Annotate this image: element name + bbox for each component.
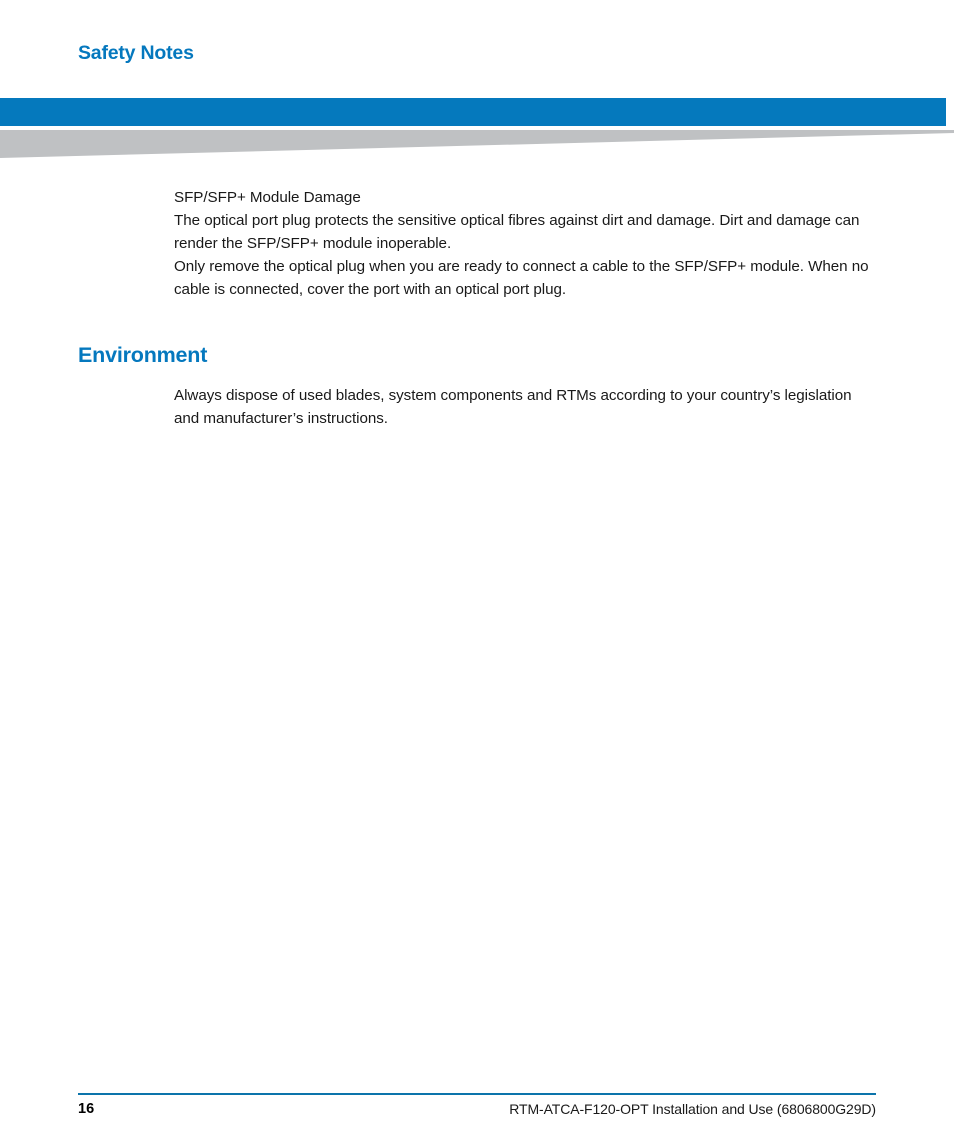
environment-paragraph-block: Always dispose of used blades, system co… [174, 384, 874, 430]
header-pattern-row [0, 69, 954, 86]
section-heading-environment: Environment [78, 343, 208, 367]
note-line-title: SFP/SFP+ Module Damage [174, 189, 361, 206]
environment-paragraph: Always dispose of used blades, system co… [174, 387, 852, 428]
sfp-module-damage-note: SFP/SFP+ Module Damage The optical port … [174, 186, 874, 301]
page-header: Safety Notes [0, 0, 954, 92]
header-pattern-row [0, 25, 954, 42]
note-line-body-1: The optical port plug protects the sensi… [174, 212, 860, 253]
footer-document-title: RTM-ATCA-F120-OPT Installation and Use (… [509, 1101, 876, 1117]
running-header-title: Safety Notes [78, 41, 200, 65]
gray-wedge-shape [0, 130, 954, 158]
footer-rule [78, 1093, 876, 1095]
header-gray-wedge [0, 130, 954, 160]
header-blue-bar [0, 98, 946, 126]
header-pattern-row [0, 3, 954, 20]
note-line-body-2: Only remove the optical plug when you ar… [174, 258, 869, 299]
